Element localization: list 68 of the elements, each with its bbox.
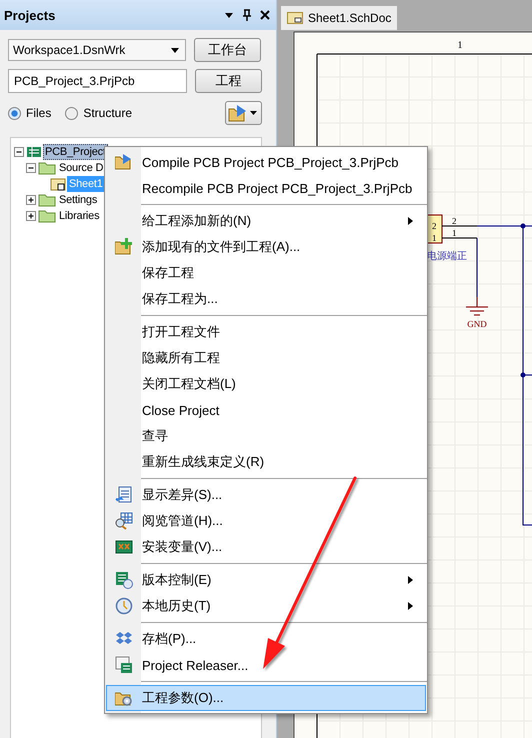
menu-item[interactable]: 显示差异(S)... bbox=[106, 482, 426, 508]
workspace-dropdown[interactable]: Workspace1.DsnWrk bbox=[8, 39, 186, 61]
submenu-arrow-icon bbox=[408, 576, 413, 584]
folder-icon bbox=[38, 161, 56, 175]
menu-item[interactable]: 保存工程 bbox=[106, 260, 426, 286]
tree-item[interactable]: Libraries bbox=[57, 208, 102, 224]
schematic-sheet-icon bbox=[50, 177, 66, 191]
expand-icon[interactable] bbox=[26, 194, 37, 206]
tree-item[interactable]: Source D bbox=[57, 160, 106, 176]
folder-icon bbox=[38, 193, 56, 207]
clock-icon bbox=[115, 597, 133, 615]
circuit-board-icon bbox=[115, 538, 133, 556]
menu-item[interactable]: Close Project bbox=[106, 397, 426, 423]
pin-number: 1 bbox=[452, 228, 456, 238]
ground-symbol bbox=[466, 296, 488, 316]
board-clock-icon bbox=[115, 571, 133, 589]
menu-item[interactable]: 重新生成线束定义(R) bbox=[106, 449, 426, 475]
magnifier-grid-icon bbox=[115, 512, 133, 530]
folder-arrow-icon bbox=[228, 104, 248, 122]
menu-item[interactable]: Recompile PCB Project PCB_Project_3.PrjPcb bbox=[106, 175, 426, 201]
expand-icon[interactable] bbox=[26, 210, 37, 222]
view-radio[interactable]: Structure bbox=[65, 106, 132, 120]
menu-item[interactable]: 本地历史(T) bbox=[106, 593, 426, 619]
panel-title: Projects bbox=[4, 8, 56, 22]
menu-item[interactable]: 版本控制(E) bbox=[106, 567, 426, 593]
pin-number: 2 bbox=[432, 221, 436, 231]
pcb-project-icon bbox=[26, 145, 42, 159]
menu-item[interactable]: 隐藏所有工程 bbox=[106, 345, 426, 371]
submenu-arrow-icon bbox=[408, 602, 413, 610]
power-label: GND bbox=[467, 319, 487, 329]
collapse-icon[interactable] bbox=[26, 162, 37, 174]
pin-icon[interactable] bbox=[242, 9, 252, 21]
folder-arrow-icon bbox=[115, 153, 133, 171]
menu-item[interactable]: 阅览管道(H)... bbox=[106, 508, 426, 534]
folder-icon bbox=[38, 209, 56, 223]
tree-item[interactable]: Settings bbox=[57, 192, 100, 208]
connector-drawing bbox=[426, 214, 442, 244]
submenu-arrow-icon bbox=[408, 217, 413, 225]
menu-item[interactable]: 添加现有的文件到工程(A)... bbox=[106, 234, 426, 260]
menu-item[interactable]: Compile PCB Project PCB_Project_3.PrjPcb bbox=[106, 149, 426, 175]
project-field[interactable]: PCB_Project_3.PrjPcb bbox=[8, 69, 188, 93]
view-radio[interactable]: Files bbox=[8, 106, 52, 120]
workspace-button[interactable]: 工作台 bbox=[194, 38, 261, 62]
document-icon bbox=[287, 12, 303, 24]
collapse-icon[interactable] bbox=[14, 146, 25, 158]
menu-item[interactable]: 打开工程文件 bbox=[106, 319, 426, 345]
menu-item[interactable]: 给工程添加新的(N) bbox=[106, 208, 426, 234]
pin-number: 2 bbox=[452, 216, 456, 226]
close-icon[interactable] bbox=[260, 10, 270, 20]
menu-item[interactable]: 关闭工程文档(L) bbox=[106, 371, 426, 397]
menu-item[interactable]: 安装变量(V)... bbox=[106, 534, 426, 560]
menu-item[interactable]: 保存工程为... bbox=[106, 286, 426, 312]
open-menu-button[interactable] bbox=[225, 101, 262, 125]
menu-item[interactable]: 存档(P)... bbox=[106, 626, 426, 652]
pin-number: 1 bbox=[432, 233, 436, 243]
tree-item[interactable]: PCB_Project bbox=[43, 144, 108, 160]
board-window-icon bbox=[115, 656, 133, 674]
caret-icon bbox=[171, 48, 179, 52]
document-arrows-icon bbox=[115, 486, 133, 504]
dropdown-icon[interactable] bbox=[224, 10, 234, 20]
project-button[interactable]: 工程 bbox=[195, 69, 262, 93]
document-tab[interactable]: Sheet1.SchDoc bbox=[281, 6, 398, 30]
menu-item[interactable]: 查寻 bbox=[106, 423, 426, 449]
folder-plus-icon bbox=[115, 238, 133, 256]
caret-icon bbox=[250, 111, 257, 115]
menu-item[interactable]: Project Releaser... bbox=[106, 652, 426, 678]
border-label: 1 bbox=[458, 40, 462, 51]
menu-item[interactable]: 工程参数(O)... bbox=[106, 685, 426, 711]
